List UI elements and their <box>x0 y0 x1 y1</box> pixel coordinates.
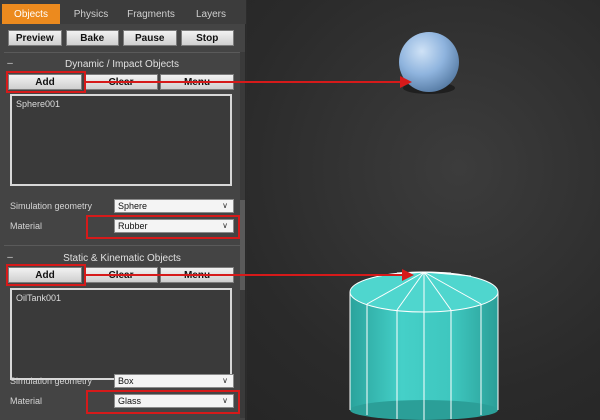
objects-panel: Objects Physics Fragments Layers Preview… <box>0 0 246 420</box>
tab-objects[interactable]: Objects <box>2 4 60 24</box>
static-geometry-label: Simulation geometry <box>10 376 93 386</box>
sphere-body <box>399 32 459 92</box>
dynamic-group-title: Dynamic / Impact Objects <box>65 58 179 70</box>
sphere-object[interactable] <box>399 32 459 94</box>
highlight-static-material <box>86 390 240 414</box>
divider <box>4 52 240 53</box>
dynamic-geometry-select[interactable]: Sphere ∨ <box>114 199 234 213</box>
minus-icon[interactable]: – <box>6 57 14 71</box>
simulation-toolbar: Preview Bake Pause Stop <box>8 30 234 46</box>
dynamic-object-list[interactable]: Sphere001 <box>10 94 232 186</box>
static-material-label: Material <box>10 396 43 406</box>
tab-physics[interactable]: Physics <box>62 4 120 24</box>
list-item[interactable]: OilTank001 <box>16 293 226 303</box>
highlight-dynamic-material <box>86 215 240 239</box>
static-object-list[interactable]: OilTank001 <box>10 288 232 380</box>
highlight-static-add <box>6 264 86 286</box>
static-clear-button[interactable]: Clear <box>84 267 158 283</box>
static-geometry-select[interactable]: Box ∨ <box>114 374 234 388</box>
dynamic-material-label: Material <box>10 221 43 231</box>
pause-button[interactable]: Pause <box>123 30 177 46</box>
preview-button[interactable]: Preview <box>8 30 62 46</box>
stop-button[interactable]: Stop <box>180 30 234 46</box>
viewport-scene <box>349 32 499 420</box>
static-geometry-value: Box <box>118 376 134 386</box>
static-menu-button[interactable]: Menu <box>160 267 234 283</box>
scrollbar-thumb[interactable] <box>240 200 245 290</box>
viewport[interactable] <box>247 0 600 420</box>
dynamic-menu-button[interactable]: Menu <box>160 74 234 90</box>
dynamic-group-header[interactable]: – Dynamic / Impact Objects <box>4 57 240 71</box>
panel-tabs: Objects Physics Fragments Layers <box>0 0 246 24</box>
chevron-down-icon: ∨ <box>222 201 228 210</box>
list-item[interactable]: Sphere001 <box>16 99 226 109</box>
bake-button[interactable]: Bake <box>65 30 119 46</box>
oiltank-object[interactable] <box>349 271 499 420</box>
chevron-down-icon: ∨ <box>222 376 228 385</box>
static-group-title: Static & Kinematic Objects <box>63 252 181 264</box>
dynamic-geometry-value: Sphere <box>118 201 148 211</box>
divider <box>4 245 240 246</box>
highlight-dynamic-add <box>6 71 86 93</box>
dynamic-geometry-label: Simulation geometry <box>10 201 93 211</box>
minus-icon[interactable]: – <box>6 251 14 265</box>
tab-fragments[interactable]: Fragments <box>122 4 180 24</box>
dynamic-clear-button[interactable]: Clear <box>84 74 158 90</box>
static-group-header[interactable]: – Static & Kinematic Objects <box>4 251 240 265</box>
tab-layers[interactable]: Layers <box>182 4 240 24</box>
